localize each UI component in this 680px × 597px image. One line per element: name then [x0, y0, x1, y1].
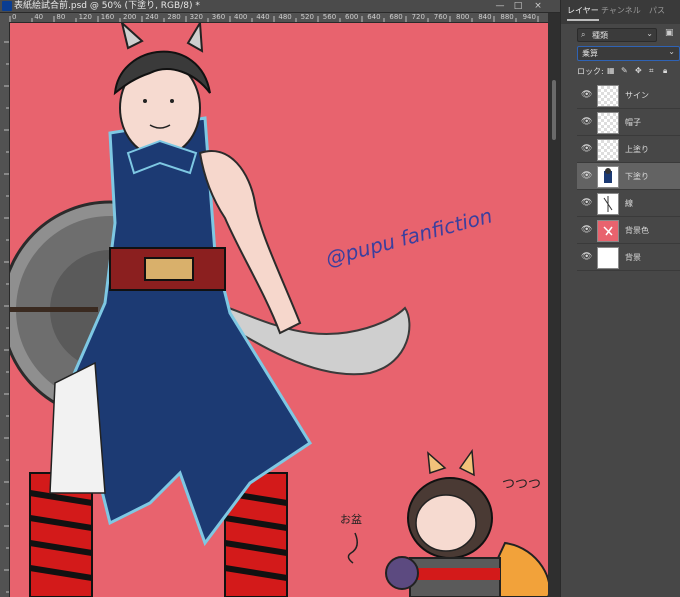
lock-artboard-icon[interactable]: ⌗ — [649, 66, 654, 76]
tab-layers[interactable]: レイヤー — [567, 5, 599, 21]
tab-paths[interactable]: パス — [649, 5, 665, 16]
ruler-label: 940 — [522, 13, 536, 21]
minimize-button[interactable]: — — [492, 0, 508, 12]
ruler-label: 840 — [478, 13, 492, 21]
layer-row[interactable]: 👁︎ サイン — [577, 82, 680, 109]
layer-thumbnail — [597, 193, 619, 215]
ruler-ticks-vertical — [4, 41, 9, 593]
layer-row[interactable]: 👁︎ 背景 — [577, 244, 680, 271]
chevron-down-icon: ⌄ — [668, 47, 675, 56]
layer-list: 👁︎ サイン 👁︎ 帽子 👁︎ 上塗り 👁︎ 下塗り 👁︎ 線 👁︎ 背景色 👁… — [577, 82, 680, 271]
layer-thumbnail — [597, 139, 619, 161]
filter-image-icon[interactable]: ▣ — [665, 28, 674, 38]
layer-name: 背景色 — [625, 226, 649, 235]
ruler-label: 560 — [322, 13, 337, 21]
eye-icon[interactable]: 👁︎ — [581, 144, 592, 154]
layer-name: 背景 — [625, 253, 641, 262]
chevron-down-icon: ⌄ — [646, 29, 653, 38]
illustration: @pupu fanfiction お盆 つつつ — [10, 23, 548, 597]
layer-thumbnail — [597, 220, 619, 242]
layer-filter-select[interactable]: ⌕ 種類 ⌄ — [577, 28, 657, 42]
ruler-label: 880 — [500, 13, 514, 21]
lock-all-icon[interactable]: 🔒︎ — [663, 66, 667, 76]
layer-row-selected[interactable]: 👁︎ 下塗り — [577, 163, 680, 190]
ruler-label: 600 — [345, 13, 359, 21]
ruler-label: 800 — [456, 13, 470, 21]
layer-filter-label: 種類 — [592, 31, 608, 40]
layer-thumbnail — [597, 85, 619, 107]
lock-row: ロック: ▦ ✎ ✥ ⌗ 🔒︎ — [577, 66, 680, 78]
eye-icon[interactable]: 👁︎ — [581, 90, 592, 100]
eye-icon[interactable]: 👁︎ — [581, 225, 592, 235]
document-title: 表紙絵試合前.psd @ 50% (下塗り, RGB/8) * — [14, 1, 200, 11]
pants — [49, 361, 106, 494]
ruler-label: 320 — [189, 13, 203, 21]
layers-panel: レイヤー チャンネル パス ⌕ 種類 ⌄ ▣ 乗算 ⌄ ロック: ▦ ✎ ✥ ⌗… — [560, 0, 680, 597]
vertical-scrollbar-thumb[interactable] — [552, 80, 556, 140]
layer-thumbnail — [597, 247, 619, 269]
eye-icon[interactable]: 👁︎ — [581, 252, 592, 262]
note-label: お盆 — [340, 512, 362, 526]
layer-name: 下塗り — [625, 172, 649, 181]
ruler-label: 680 — [389, 13, 403, 21]
eye-icon[interactable]: 👁︎ — [581, 198, 592, 208]
layer-name: 帽子 — [625, 118, 641, 127]
eye-icon[interactable]: 👁︎ — [581, 117, 592, 127]
ruler-label: 760 — [433, 13, 448, 21]
blend-mode-select[interactable]: 乗算 ⌄ — [577, 46, 680, 61]
layer-row[interactable]: 👁︎ 帽子 — [577, 109, 680, 136]
ruler-label: 640 — [367, 13, 381, 21]
layer-thumbnail — [597, 112, 619, 134]
layer-name: サイン — [625, 91, 649, 100]
close-button[interactable]: × — [530, 0, 546, 12]
layer-name: 線 — [625, 199, 633, 208]
layer-row[interactable]: 👁︎ 上塗り — [577, 136, 680, 163]
blend-mode-value: 乗算 — [582, 49, 598, 58]
eye-icon[interactable]: 👁︎ — [581, 171, 592, 181]
lock-transparency-icon[interactable]: ▦ — [607, 66, 615, 75]
document-tab[interactable]: 表紙絵試合前.psd @ 50% (下塗り, RGB/8) * — [0, 0, 560, 13]
ruler-label: 240 — [145, 13, 159, 21]
lock-position-icon[interactable]: ✥ — [635, 66, 642, 75]
ruler-label: 0 — [12, 13, 17, 21]
ruler-label: 160 — [100, 13, 115, 21]
ruler-label: 480 — [278, 13, 292, 21]
layer-row[interactable]: 👁︎ 背景色 — [577, 217, 680, 244]
ruler-label: 400 — [234, 13, 248, 21]
ruler-label: 200 — [123, 13, 137, 21]
ruler-label: 280 — [167, 13, 181, 21]
document-canvas[interactable]: @pupu fanfiction お盆 つつつ — [10, 23, 548, 597]
lock-paint-icon[interactable]: ✎ — [621, 66, 628, 75]
chibi-character — [385, 448, 548, 597]
search-icon: ⌕ — [581, 30, 586, 39]
maximize-button[interactable]: □ — [510, 0, 526, 12]
layer-name: 上塗り — [625, 145, 649, 154]
ruler-label: 360 — [211, 13, 226, 21]
horizontal-ruler[interactable]: 0 40 80 120 160 200 240 280 320 360 400 440 480 520 56… — [0, 13, 548, 23]
ruler-label: 520 — [300, 13, 314, 21]
ruler-label: 440 — [256, 13, 270, 21]
ruler-label: 120 — [78, 13, 92, 21]
layer-thumbnail — [597, 166, 619, 188]
signature-watermark: @pupu fanfiction — [323, 203, 495, 271]
layer-row[interactable]: 👁︎ 線 — [577, 190, 680, 217]
panel-tab-bar: レイヤー チャンネル パス — [561, 0, 680, 24]
ruler-label: 80 — [56, 13, 66, 21]
ruler-label: 40 — [34, 13, 44, 21]
photoshop-doc-icon — [2, 1, 12, 11]
ruler-label: 720 — [411, 13, 425, 21]
lock-label: ロック: — [577, 67, 604, 76]
tab-channels[interactable]: チャンネル — [601, 5, 641, 16]
vertical-ruler[interactable] — [0, 22, 10, 597]
svg-text:つつつ: つつつ — [502, 477, 541, 492]
